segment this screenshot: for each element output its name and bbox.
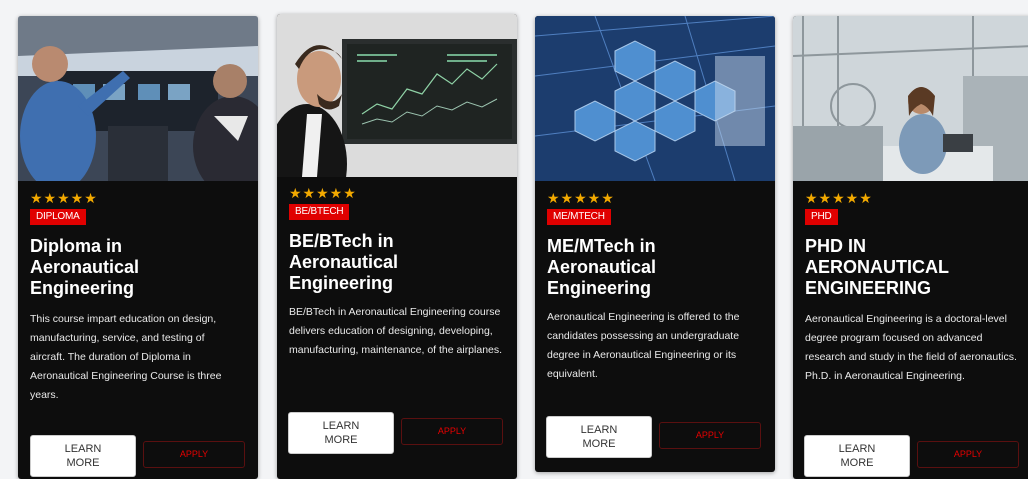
category-badge: DIPLOMA	[30, 209, 86, 225]
star-rating: ★★★★★	[30, 190, 98, 206]
learn-more-button[interactable]: LEARN MORE	[30, 435, 136, 477]
course-card-phd: ★★★★★ PHD PHD IN AERONAUTICAL ENGINEERIN…	[793, 16, 1028, 479]
trading-screen-photo	[277, 14, 517, 177]
course-description: Aeronautical Engineering is offered to t…	[547, 311, 740, 380]
course-title: Diploma in Aeronautical Engineering	[30, 236, 140, 298]
course-card-diploma: ★★★★★ DIPLOMA Diploma in Aeronautical En…	[18, 16, 258, 479]
course-description: Aeronautical Engineering is a doctoral-l…	[805, 313, 1017, 382]
course-title: PHD IN AERONAUTICAL ENGINEERING	[805, 236, 949, 298]
apply-button[interactable]: APPLY	[659, 422, 761, 449]
learn-more-button[interactable]: LEARN MORE	[546, 416, 652, 458]
apply-button[interactable]: APPLY	[917, 441, 1019, 468]
course-title: BE/BTech in Aeronautical Engineering	[289, 231, 399, 293]
star-rating: ★★★★★	[547, 190, 615, 206]
apply-button[interactable]: APPLY	[401, 418, 503, 445]
course-description: BE/BTech in Aeronautical Engineering cou…	[289, 306, 503, 356]
star-rating: ★★★★★	[805, 190, 873, 206]
course-card-be-btech: ★★★★★ BE/BTECH BE/BTech in Aeronautical …	[277, 14, 517, 479]
telescope-mirror-photo	[535, 16, 775, 181]
category-badge: ME/MTECH	[547, 209, 611, 225]
lab-engineer-photo	[793, 16, 1028, 181]
apply-button[interactable]: APPLY	[143, 441, 245, 468]
category-badge: PHD	[805, 209, 838, 225]
learn-more-button[interactable]: LEARN MORE	[288, 412, 394, 454]
course-title: ME/MTech in Aeronautical Engineering	[547, 236, 657, 298]
course-card-me-mtech: ★★★★★ ME/MTECH ME/MTech in Aeronautical …	[535, 16, 775, 472]
cockpit-photo	[18, 16, 258, 181]
learn-more-button[interactable]: LEARN MORE	[804, 435, 910, 477]
star-rating: ★★★★★	[289, 185, 357, 201]
course-description: This course impart education on design, …	[30, 313, 222, 401]
category-badge: BE/BTECH	[289, 204, 350, 220]
